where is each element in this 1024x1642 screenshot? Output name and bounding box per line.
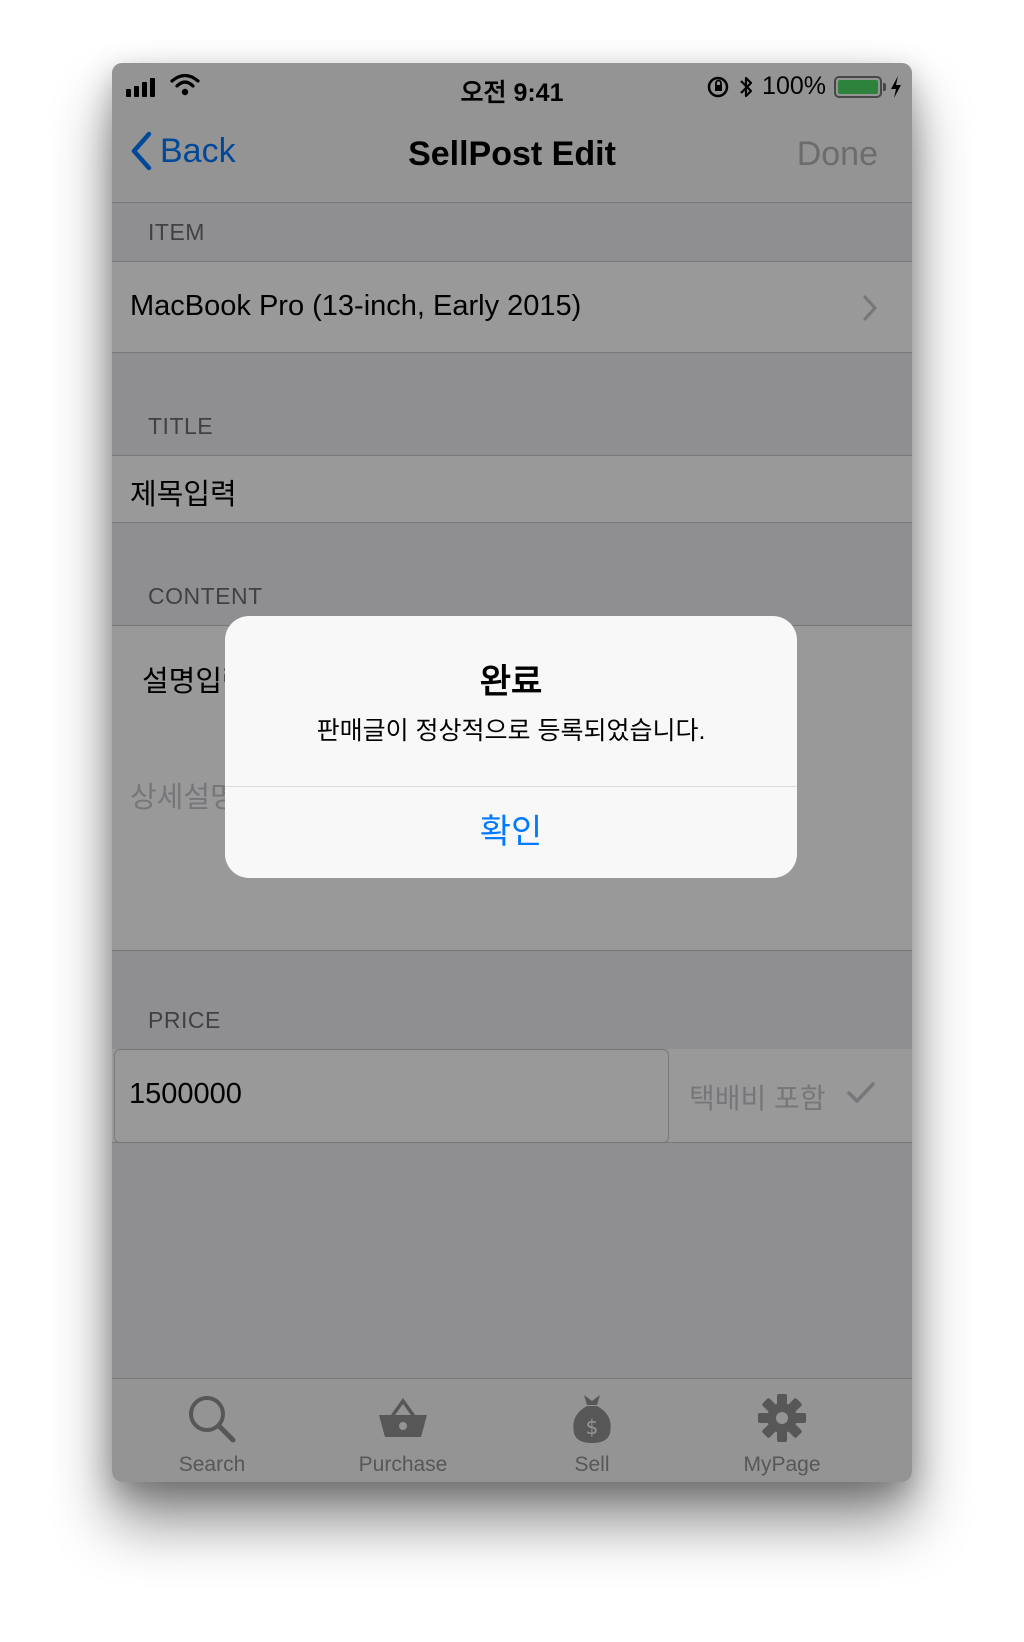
confirm-button[interactable]: 확인 [225,787,797,878]
screen: 오전 9:41 100% Back SellPost Edit Done ITE… [112,63,912,1482]
alert-title: 완료 [479,663,543,701]
alert-dialog: 완료 판매글이 정상적으로 등록되었습니다. 확인 [225,616,797,878]
alert-message: 판매글이 정상적으로 등록되었습니다. [316,717,706,745]
phone-frame: 오전 9:41 100% Back SellPost Edit Done ITE… [112,63,912,1482]
